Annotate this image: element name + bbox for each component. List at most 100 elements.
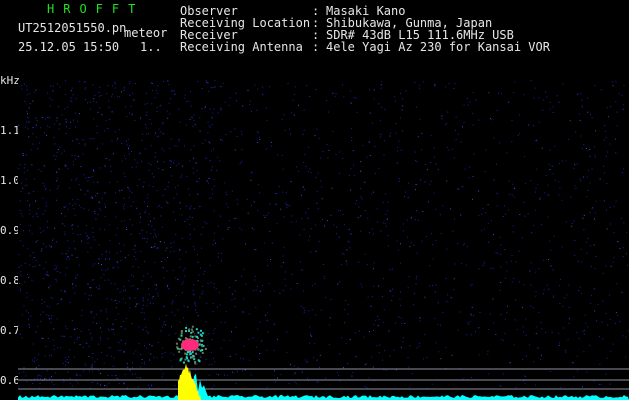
noise-dot [128, 280, 130, 282]
noise-dot [63, 206, 65, 208]
noise-dot [196, 180, 198, 182]
noise-dot [496, 163, 497, 165]
noise-dot [339, 151, 341, 153]
noise-dot [419, 118, 421, 120]
noise-dot [212, 87, 214, 89]
noise-dot [29, 103, 31, 105]
noise-dot [573, 220, 575, 222]
noise-dot [594, 85, 596, 87]
noise-dot [201, 108, 203, 110]
noise-dot [133, 249, 135, 250]
noise-dot [194, 249, 196, 251]
noise-dot [72, 161, 74, 163]
noise-dot [175, 277, 177, 279]
noise-dot [58, 128, 60, 130]
noise-dot [610, 106, 612, 108]
noise-dot [573, 167, 575, 169]
noise-dot [85, 99, 86, 100]
noise-dot [291, 112, 293, 114]
noise-dot [338, 374, 340, 376]
noise-dot [117, 137, 119, 139]
noise-dot [95, 218, 97, 220]
noise-dot [511, 141, 513, 143]
noise-dot [84, 143, 86, 145]
noise-dot [58, 106, 59, 108]
noise-dot [65, 118, 67, 120]
noise-dot [558, 194, 560, 196]
noise-dot [182, 165, 184, 167]
noise-dot [535, 191, 536, 193]
noise-dot [416, 106, 418, 108]
noise-dot [118, 383, 120, 384]
noise-dot [587, 238, 589, 239]
noise-dot [505, 213, 507, 215]
noise-dot [123, 352, 125, 353]
noise-dot [100, 277, 102, 279]
noise-dot [422, 81, 424, 83]
noise-dot [119, 96, 121, 98]
noise-dot [243, 345, 245, 347]
noise-dot [125, 317, 127, 319]
noise-dot [545, 175, 547, 177]
echo-halo-dot [178, 350, 181, 353]
noise-dot [485, 212, 487, 214]
noise-dot [152, 247, 154, 248]
noise-dot [179, 321, 181, 323]
noise-dot [512, 225, 514, 227]
noise-dot [235, 92, 237, 94]
noise-dot [522, 326, 524, 328]
noise-dot [91, 339, 93, 341]
noise-dot [32, 383, 34, 384]
noise-dot [273, 350, 275, 352]
noise-dot [47, 275, 49, 276]
noise-dot [580, 248, 582, 250]
noise-dot [54, 269, 56, 270]
noise-dot [220, 139, 222, 141]
noise-dot [40, 170, 42, 172]
noise-dot [372, 233, 374, 235]
noise-dot [22, 153, 24, 155]
noise-dot [606, 155, 608, 157]
noise-dot [399, 178, 400, 180]
noise-dot [582, 386, 583, 388]
noise-dot [223, 339, 225, 341]
noise-dot [286, 351, 288, 353]
noise-dot [71, 154, 73, 156]
noise-dot [104, 193, 106, 195]
noise-dot [197, 315, 199, 317]
noise-dot [562, 327, 564, 329]
echo-halo-dot [185, 326, 188, 329]
noise-dot [114, 81, 116, 83]
noise-dot [155, 236, 157, 238]
noise-dot [32, 216, 34, 218]
noise-dot [43, 243, 45, 245]
noise-dot [235, 280, 237, 282]
noise-dot [522, 358, 524, 360]
noise-dot [437, 168, 439, 170]
noise-dot [416, 161, 418, 162]
noise-dot [524, 156, 526, 158]
noise-dot [77, 199, 79, 201]
noise-dot [224, 101, 226, 103]
noise-dot [282, 191, 284, 193]
noise-dot [469, 321, 471, 323]
noise-dot [41, 117, 43, 118]
noise-dot [424, 296, 426, 298]
noise-dot [51, 315, 53, 316]
noise-dot [327, 157, 329, 159]
noise-dot [506, 312, 508, 314]
noise-dot [98, 244, 100, 246]
noise-dot [144, 212, 146, 214]
noise-dot [478, 190, 480, 192]
noise-dot [415, 210, 417, 212]
noise-dot [177, 309, 179, 311]
noise-dot [355, 356, 357, 358]
noise-dot [610, 350, 612, 352]
noise-dot [79, 234, 81, 236]
noise-dot [328, 344, 330, 346]
noise-dot [381, 81, 383, 83]
noise-dot [604, 125, 606, 126]
noise-dot [414, 219, 416, 221]
noise-dot [622, 172, 624, 174]
noise-dot [131, 113, 133, 115]
